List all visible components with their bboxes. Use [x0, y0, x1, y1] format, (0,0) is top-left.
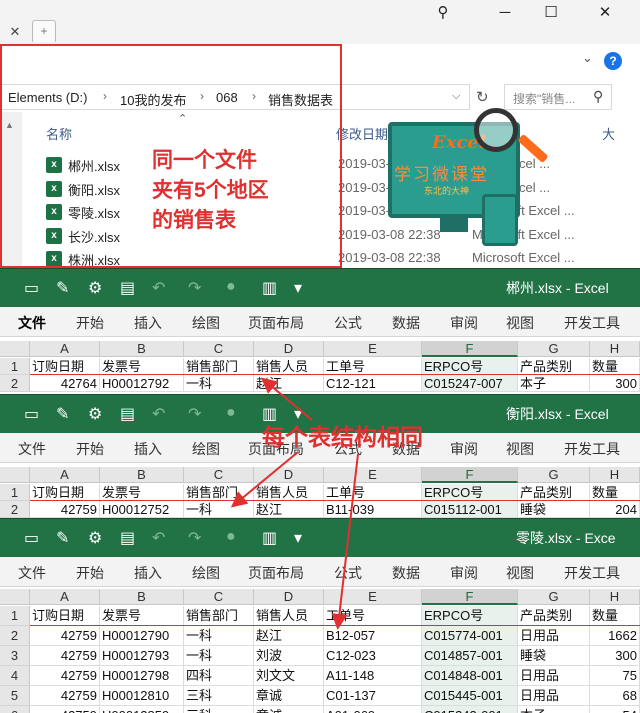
annotation-arrows — [230, 377, 359, 630]
arrow-to-chenzhou — [260, 377, 313, 421]
structure-annotation: 每个表结构相同 — [262, 424, 423, 450]
arrow-to-hengyang — [230, 451, 299, 508]
arrow-to-lingling — [331, 453, 359, 630]
